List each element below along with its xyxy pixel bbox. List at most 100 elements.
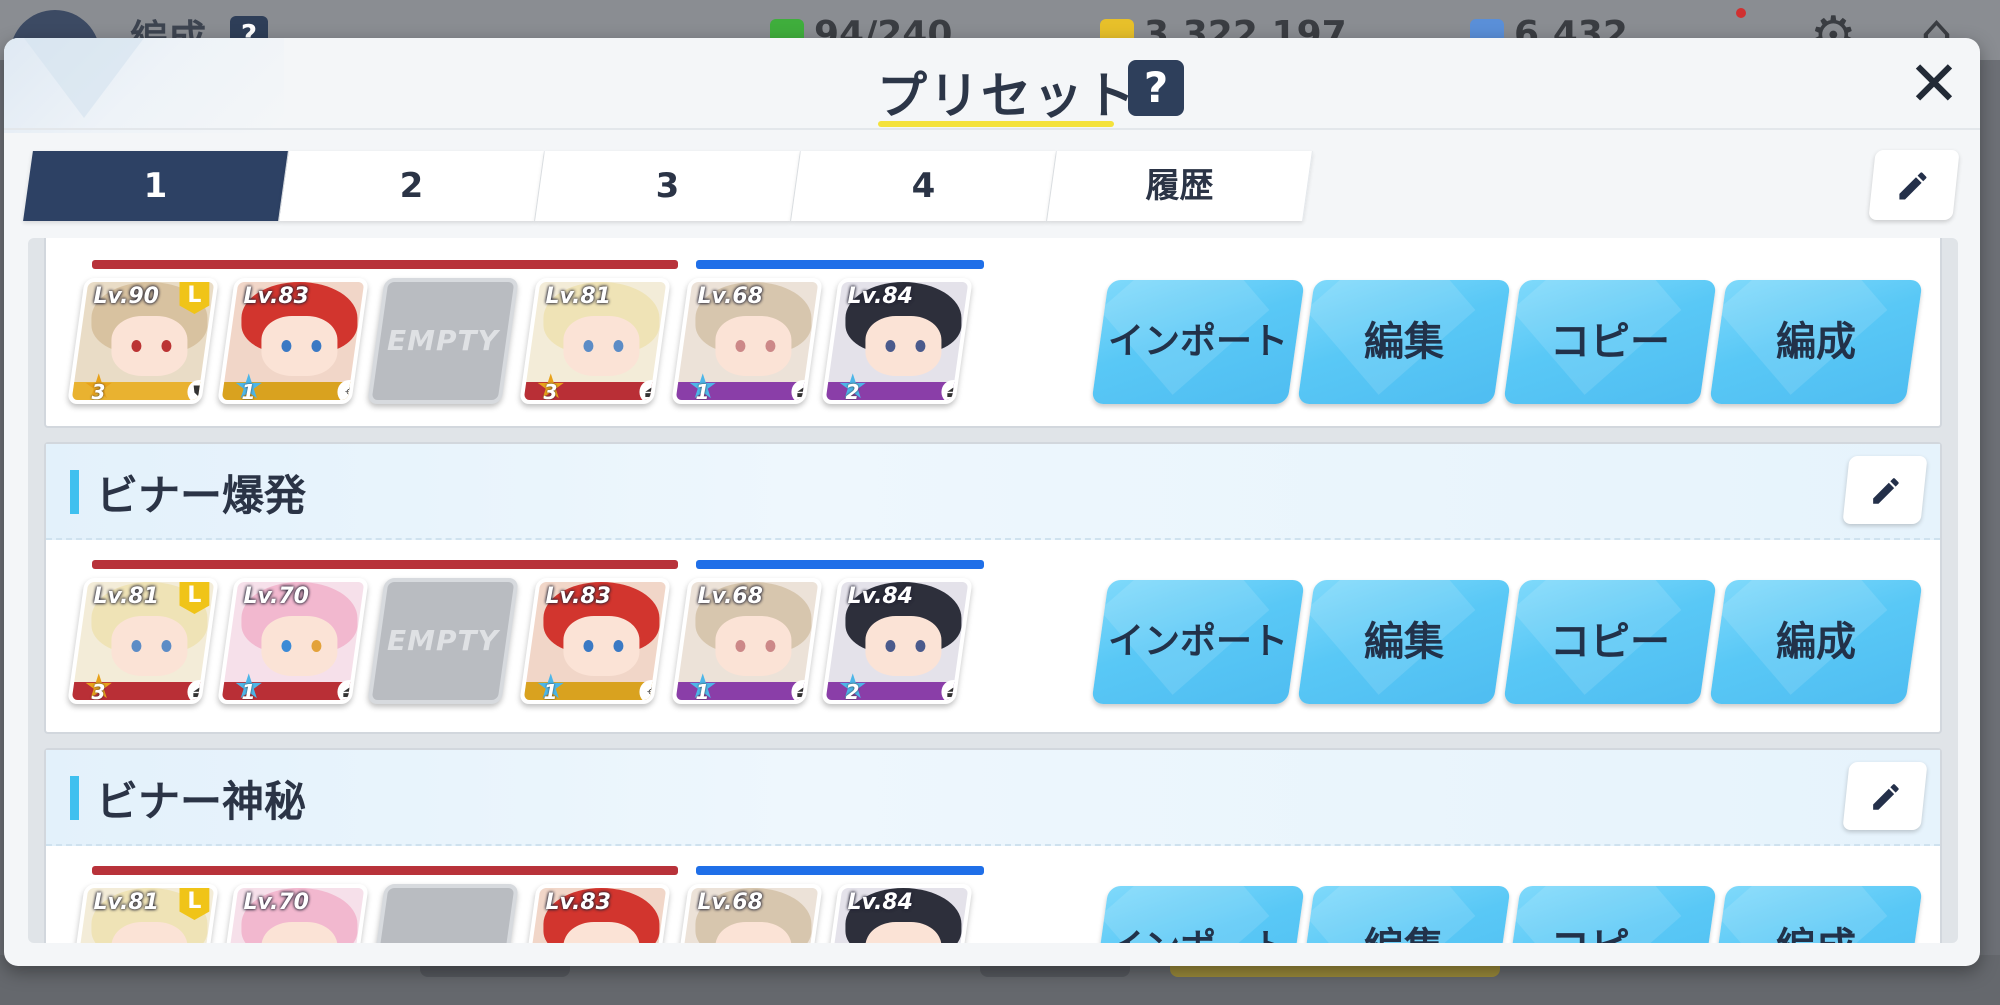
help-icon[interactable]: ? — [1128, 60, 1184, 116]
shield-icon: ⛊ — [187, 380, 212, 404]
star-rank: ★ 1 — [233, 367, 264, 404]
team-row: Lv.81 L ★ 3 ⏏ Lv.70 ★ 1 ⏏ EMPTY Lv.83 ★ … — [46, 556, 1046, 716]
preset-name: ビナー爆発 — [96, 471, 307, 520]
formation-button[interactable]: 編成 — [1709, 580, 1923, 704]
preset-rename-button[interactable] — [1842, 456, 1928, 524]
team-row: Lv.81 L Lv.70 Lv.83 Lv.68 Lv.84 — [46, 862, 1046, 943]
preset-list[interactable]: Lv.90 L ★ 3 ⛊ Lv.83 ★ 1 ⌖ EMPTY Lv.81 ★ … — [28, 238, 1958, 943]
student-card[interactable]: Lv.70 — [217, 884, 369, 943]
formation-button[interactable]: 編成 — [1709, 886, 1923, 943]
import-button[interactable]: インポート — [1091, 580, 1305, 704]
star-rank: ★ 3 — [83, 367, 114, 404]
import-button[interactable]: インポート — [1091, 280, 1305, 404]
student-level: Lv.70 — [243, 890, 309, 915]
support-icon: ⏏ — [791, 380, 816, 404]
student-card[interactable]: Lv.68 — [671, 884, 823, 943]
support-icon: ⏏ — [187, 680, 212, 704]
student-card[interactable]: Lv.81 L — [67, 884, 219, 943]
pencil-icon — [1873, 478, 1899, 504]
star-rank: ★ 1 — [687, 667, 718, 704]
striker-bar — [92, 260, 678, 269]
star-rank: ★ 1 — [687, 367, 718, 404]
preset-card: ビナー神秘 Lv.81 L Lv.70 Lv.83 Lv.68 Lv.84 — [44, 748, 1942, 943]
student-level: Lv.84 — [847, 584, 913, 609]
striker-bar — [92, 866, 678, 875]
student-level: Lv.84 — [847, 284, 913, 309]
star-rank: ★ 2 — [837, 667, 868, 704]
tab-4[interactable]: 4 — [791, 151, 1057, 221]
crosshair-icon: ⌖ — [639, 680, 664, 704]
pencil-icon — [1873, 784, 1899, 810]
student-card[interactable]: Lv.81 ★ 3 ⏏ — [519, 278, 671, 404]
import-button[interactable]: インポート — [1091, 886, 1305, 943]
student-card[interactable]: Lv.81 L ★ 3 ⏏ — [67, 578, 219, 704]
pencil-icon — [1899, 172, 1927, 200]
empty-slot[interactable]: EMPTY — [367, 578, 519, 704]
student-level: Lv.81 — [93, 584, 159, 609]
copy-button[interactable]: コピー — [1503, 280, 1717, 404]
student-card[interactable]: Lv.84 — [821, 884, 973, 943]
student-level: Lv.81 — [545, 284, 611, 309]
tab-3[interactable]: 3 — [535, 151, 801, 221]
student-level: Lv.68 — [697, 890, 763, 915]
close-icon[interactable]: ✕ — [1902, 52, 1966, 116]
edit-button[interactable]: 編集 — [1297, 580, 1511, 704]
star-rank: ★ 2 — [837, 367, 868, 404]
support-icon: ⏏ — [639, 380, 664, 404]
tab-1[interactable]: 1 — [23, 151, 289, 221]
preset-card: ビナー爆発 Lv.81 L ★ 3 ⏏ Lv.70 ★ 1 ⏏ EMPTY Lv… — [44, 442, 1942, 734]
student-card[interactable]: Lv.84 ★ 2 ⏏ — [821, 578, 973, 704]
preset-dialog: プリセット ? ✕ 1 2 3 4 履歴 Lv.90 L ★ 3 ⛊ Lv.83… — [4, 38, 1980, 966]
star-rank: ★ 1 — [535, 667, 566, 704]
tab-rename-button[interactable] — [1868, 150, 1960, 220]
student-level: Lv.90 — [93, 284, 159, 309]
preset-tabs: 1 2 3 4 履歴 — [23, 151, 1328, 221]
student-card[interactable]: Lv.68 ★ 1 ⏏ — [671, 578, 823, 704]
student-level: Lv.70 — [243, 584, 309, 609]
student-level: Lv.68 — [697, 284, 763, 309]
preset-header: ビナー神秘 — [46, 750, 1940, 846]
tab-history[interactable]: 履歴 — [1047, 151, 1313, 221]
empty-slot[interactable] — [367, 884, 519, 943]
preset-name: ビナー神秘 — [96, 777, 307, 826]
student-level: Lv.84 — [847, 890, 913, 915]
support-icon: ⏏ — [791, 680, 816, 704]
empty-slot[interactable]: EMPTY — [367, 278, 519, 404]
formation-button[interactable]: 編成 — [1709, 280, 1923, 404]
support-icon: ⏏ — [337, 680, 362, 704]
copy-button[interactable]: コピー — [1503, 886, 1717, 943]
notification-dot — [1736, 8, 1746, 18]
edit-button[interactable]: 編集 — [1297, 886, 1511, 943]
star-rank: ★ 3 — [83, 667, 114, 704]
striker-bar — [92, 560, 678, 569]
team-row: Lv.90 L ★ 3 ⛊ Lv.83 ★ 1 ⌖ EMPTY Lv.81 ★ … — [46, 256, 1046, 416]
student-level: Lv.83 — [243, 284, 309, 309]
student-level: Lv.83 — [545, 584, 611, 609]
student-card[interactable]: Lv.83 ★ 1 ⌖ — [519, 578, 671, 704]
student-card[interactable]: Lv.68 ★ 1 ⏏ — [671, 278, 823, 404]
crosshair-icon: ⌖ — [337, 380, 362, 404]
student-level: Lv.83 — [545, 890, 611, 915]
star-rank: ★ 3 — [535, 367, 566, 404]
student-level: Lv.81 — [93, 890, 159, 915]
student-card[interactable]: Lv.70 ★ 1 ⏏ — [217, 578, 369, 704]
preset-rename-button[interactable] — [1842, 762, 1928, 830]
student-card[interactable]: Lv.83 — [519, 884, 671, 943]
special-bar — [696, 866, 984, 875]
edit-button[interactable]: 編集 — [1297, 280, 1511, 404]
preset-header: ビナー爆発 — [46, 444, 1940, 540]
star-rank: ★ 1 — [233, 667, 264, 704]
special-bar — [696, 560, 984, 569]
preset-card: Lv.90 L ★ 3 ⛊ Lv.83 ★ 1 ⌖ EMPTY Lv.81 ★ … — [44, 238, 1942, 428]
support-icon: ⏏ — [941, 680, 966, 704]
student-card[interactable]: Lv.90 L ★ 3 ⛊ — [67, 278, 219, 404]
support-icon: ⏏ — [941, 380, 966, 404]
special-bar — [696, 260, 984, 269]
title-underline — [878, 121, 1114, 127]
dialog-title: プリセット — [877, 67, 1137, 125]
student-level: Lv.68 — [697, 584, 763, 609]
student-card[interactable]: Lv.83 ★ 1 ⌖ — [217, 278, 369, 404]
student-card[interactable]: Lv.84 ★ 2 ⏏ — [821, 278, 973, 404]
tab-2[interactable]: 2 — [279, 151, 545, 221]
copy-button[interactable]: コピー — [1503, 580, 1717, 704]
